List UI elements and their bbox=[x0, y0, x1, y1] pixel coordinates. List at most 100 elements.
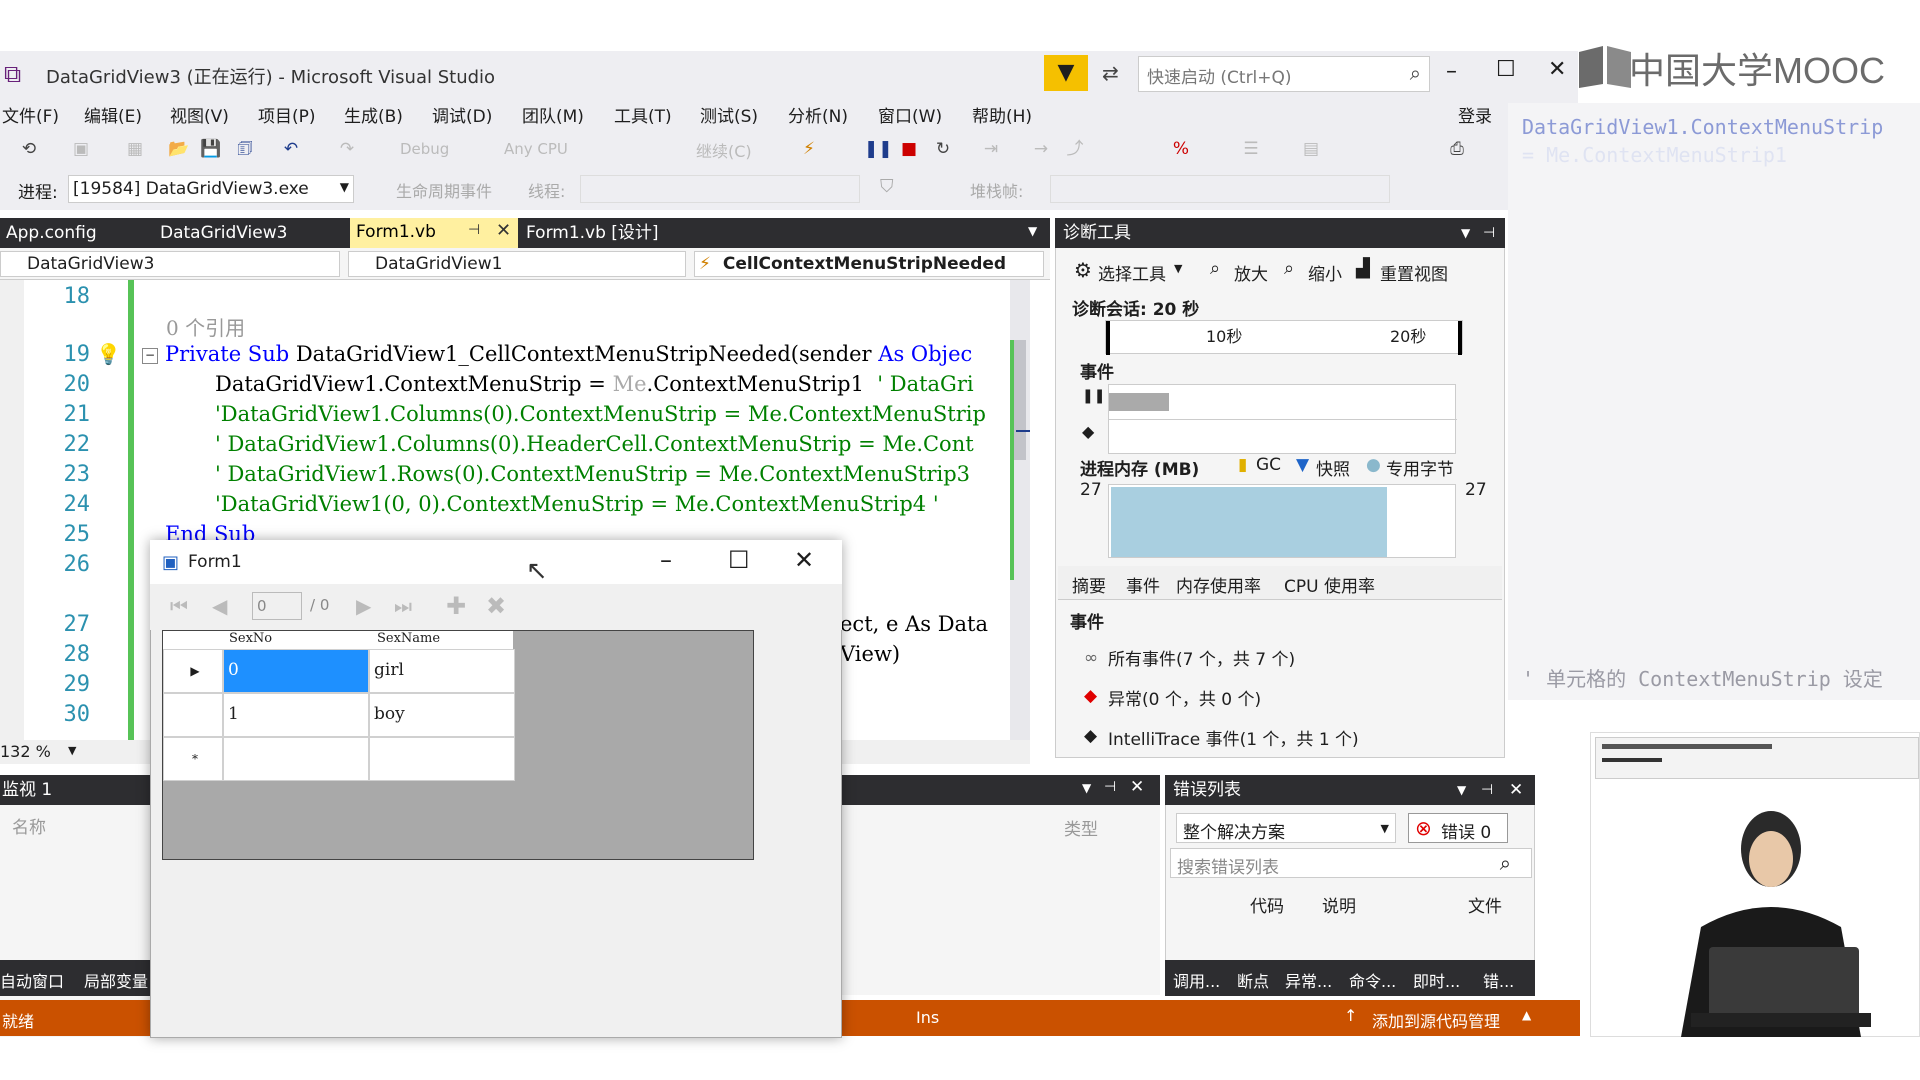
panel-menu-icon[interactable]: ▼ bbox=[1082, 781, 1091, 795]
undo-icon[interactable]: ↶ bbox=[280, 138, 302, 160]
close-panel-icon[interactable]: ✕ bbox=[1130, 777, 1144, 797]
stop-icon[interactable]: ■ bbox=[898, 138, 920, 160]
pin-icon[interactable]: ⊣ bbox=[468, 222, 480, 238]
reset-view-button[interactable]: 重置视图 bbox=[1380, 260, 1448, 285]
zoom-in-button[interactable]: 放大 bbox=[1234, 260, 1268, 285]
tab-locals[interactable]: 局部变量 bbox=[84, 968, 148, 992]
save-all-icon[interactable]: 🗊 bbox=[234, 138, 256, 160]
add-to-source-control[interactable]: 添加到源代码管理 bbox=[1372, 1008, 1500, 1032]
menu-tools[interactable]: 工具(T) bbox=[614, 102, 672, 127]
continue-button[interactable]: 继续(C) bbox=[696, 138, 752, 162]
feedback-icon[interactable]: ⇄ bbox=[1102, 61, 1119, 85]
tab-autos[interactable]: 自动窗口 bbox=[0, 968, 64, 992]
new-project-icon[interactable]: ▦ bbox=[124, 138, 146, 160]
tab-form1-vb[interactable]: Form1.vb ⊣ ✕ bbox=[350, 218, 518, 248]
pause-icon[interactable]: ❚❚ bbox=[864, 138, 893, 160]
scope-combo[interactable]: 整个解决方案 ▼ bbox=[1176, 813, 1396, 843]
tab-error-list[interactable]: 错... bbox=[1483, 968, 1514, 992]
forward-icon[interactable]: ▣ bbox=[70, 138, 92, 160]
pin-icon[interactable]: ⊣ bbox=[1481, 775, 1493, 805]
exceptions-item[interactable]: 异常(0 个，共 0 个) bbox=[1108, 685, 1261, 710]
config-combo[interactable]: Debug bbox=[400, 140, 449, 158]
pin-icon[interactable]: ⊣ bbox=[1104, 779, 1116, 795]
position-input[interactable]: 0 bbox=[252, 592, 302, 620]
tab-events[interactable]: 事件 bbox=[1126, 572, 1160, 597]
zoom-out-icon[interactable]: ⌕ bbox=[1284, 258, 1294, 279]
table-cell[interactable] bbox=[369, 737, 515, 781]
gear-icon[interactable]: ⚙ bbox=[1074, 258, 1092, 282]
menu-analyze[interactable]: 分析(N) bbox=[788, 102, 848, 127]
add-new-icon[interactable]: ✚ bbox=[446, 592, 466, 620]
tab-breakpoints[interactable]: 断点 bbox=[1237, 968, 1269, 992]
delete-icon[interactable]: ✖ bbox=[486, 592, 506, 620]
filter-thread-icon[interactable]: ⛉ bbox=[880, 176, 894, 197]
column-header-sexno[interactable]: SexNo bbox=[229, 631, 272, 646]
tab-datagridview3[interactable]: DataGridView3 bbox=[154, 218, 293, 248]
menu-window[interactable]: 窗口(W) bbox=[878, 102, 942, 127]
memory-chart[interactable] bbox=[1108, 484, 1456, 558]
scroll-thumb[interactable] bbox=[1014, 340, 1026, 460]
find-icon[interactable]: ⎙ bbox=[1446, 138, 1468, 160]
move-next-icon[interactable]: ▶ bbox=[356, 594, 371, 618]
object-combo[interactable]: DataGridView1 bbox=[348, 251, 686, 277]
open-icon[interactable]: 📂 bbox=[168, 138, 190, 160]
maximize-button[interactable]: ☐ bbox=[728, 546, 750, 574]
menu-project[interactable]: 项目(P) bbox=[258, 102, 316, 127]
close-tab-icon[interactable]: ✕ bbox=[496, 220, 511, 241]
tab-summary[interactable]: 摘要 bbox=[1072, 572, 1106, 597]
quick-launch-input[interactable]: 快速启动 (Ctrl+Q) ⌕ bbox=[1138, 56, 1430, 92]
table-cell[interactable]: 0 bbox=[223, 649, 369, 693]
project-combo[interactable]: DataGridView3 bbox=[0, 251, 340, 277]
hot-reload-icon[interactable]: ⚡ bbox=[798, 138, 820, 160]
stackframe-combo[interactable] bbox=[1050, 175, 1390, 203]
pin-icon[interactable]: ⊣ bbox=[1483, 218, 1495, 248]
row-header[interactable]: ▶ bbox=[163, 649, 223, 693]
tab-overflow-icon[interactable]: ▼ bbox=[1028, 224, 1037, 238]
table-cell[interactable]: 1 bbox=[223, 693, 369, 737]
all-events-item[interactable]: 所有事件(7 个，共 7 个) bbox=[1108, 645, 1295, 670]
filter-icon[interactable]: ▼ bbox=[1044, 55, 1088, 91]
move-last-icon[interactable]: ⏭ bbox=[394, 594, 412, 618]
breakpoint-toggle-icon[interactable]: % bbox=[1170, 138, 1192, 160]
select-tool-button[interactable]: 选择工具 bbox=[1098, 260, 1166, 285]
description-column-header[interactable]: 说明 bbox=[1322, 892, 1356, 917]
code-column-header[interactable]: 代码 bbox=[1250, 892, 1284, 917]
restart-icon[interactable]: ↻ bbox=[932, 138, 954, 160]
column-header-sexname[interactable]: SexName bbox=[377, 631, 440, 646]
reference-count[interactable]: 0 个引用 bbox=[166, 312, 245, 341]
back-icon[interactable]: ⟲ bbox=[18, 138, 40, 160]
tab-memory-usage[interactable]: 内存使用率 bbox=[1176, 572, 1261, 597]
events-track[interactable] bbox=[1108, 384, 1457, 454]
file-column-header[interactable]: 文件 bbox=[1468, 892, 1502, 917]
tab-form1-design[interactable]: Form1.vb [设计] bbox=[520, 218, 665, 248]
tab-app-config[interactable]: App.config bbox=[0, 218, 103, 248]
table-cell[interactable] bbox=[223, 737, 369, 781]
intellitrace-item[interactable]: IntelliTrace 事件(1 个，共 1 个) bbox=[1108, 725, 1359, 750]
datagridview1[interactable]: SexNo SexName ▶ 0 girl 1 boy * bbox=[162, 630, 754, 860]
table-cell[interactable]: girl bbox=[369, 649, 515, 693]
menu-team[interactable]: 团队(M) bbox=[522, 102, 584, 127]
lifecycle-events-button[interactable]: 生命周期事件 bbox=[396, 178, 492, 202]
move-previous-icon[interactable]: ◀ bbox=[212, 594, 227, 618]
step-over-icon[interactable]: ⤴ bbox=[1064, 138, 1086, 160]
comment-icon[interactable]: ☰ bbox=[1240, 138, 1262, 160]
process-combo[interactable]: [19584] DataGridView3.exe ▼ bbox=[68, 175, 354, 203]
method-combo[interactable]: ⚡ CellContextMenuStripNeeded bbox=[694, 251, 1044, 277]
close-button[interactable]: ✕ bbox=[794, 546, 814, 574]
tab-exceptions[interactable]: 异常... bbox=[1285, 968, 1332, 992]
tab-call-stack[interactable]: 调用... bbox=[1173, 968, 1220, 992]
menu-help[interactable]: 帮助(H) bbox=[972, 102, 1032, 127]
lightbulb-icon[interactable]: 💡 bbox=[96, 342, 121, 366]
new-row-header[interactable]: * bbox=[163, 737, 223, 781]
maximize-button[interactable]: ☐ bbox=[1496, 57, 1516, 82]
minimize-button[interactable]: – bbox=[660, 546, 672, 574]
zoom-combo[interactable]: 132 % bbox=[0, 742, 51, 761]
zoom-in-icon[interactable]: ⌕ bbox=[1210, 258, 1220, 279]
tab-cpu-usage[interactable]: CPU 使用率 bbox=[1284, 572, 1375, 597]
chart-icon[interactable]: ▟ bbox=[1356, 258, 1370, 279]
close-button[interactable]: ✕ bbox=[1548, 57, 1566, 82]
login-link[interactable]: 登录 bbox=[1458, 102, 1492, 127]
minimize-button[interactable]: – bbox=[1446, 59, 1457, 84]
error-search-input[interactable]: 搜索错误列表 ⌕ bbox=[1170, 848, 1532, 878]
tab-command[interactable]: 命令... bbox=[1349, 968, 1396, 992]
